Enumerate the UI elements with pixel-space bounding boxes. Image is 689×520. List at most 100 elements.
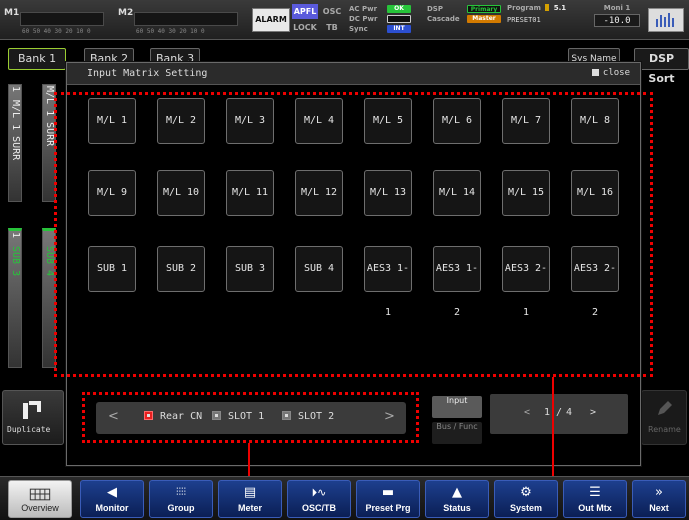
- brand-logo: [648, 8, 684, 32]
- meter-m2-bar: [134, 12, 238, 26]
- duplicate-label: Duplicate: [7, 425, 51, 434]
- channel-button-sub-3[interactable]: SUB 3: [226, 246, 274, 292]
- bus-func-mode-button[interactable]: Bus / Func: [432, 422, 482, 444]
- channel-button-ml-5[interactable]: M/L 5: [364, 98, 412, 144]
- channel-button-aes3-1-1[interactable]: AES3 1-1: [364, 246, 412, 318]
- tb-indicator: TB: [326, 23, 338, 32]
- nav-group[interactable]: ⫶⫶⫶⫶ Group: [149, 480, 213, 518]
- page-total: 4: [566, 407, 573, 418]
- meter-m2-label: M2: [118, 8, 134, 18]
- channel-button-sub-4[interactable]: SUB 4: [295, 246, 343, 292]
- monitor-status-grid: APFL OSC LOCK TB: [292, 4, 346, 36]
- osc-indicator: OSC: [322, 7, 342, 16]
- osc-tb-icon: ⏵∿: [311, 486, 327, 499]
- speaker-icon: ◀: [107, 485, 117, 500]
- page-prev-arrow[interactable]: <: [524, 407, 530, 418]
- meter-m1-bar: [20, 12, 104, 26]
- pencil-icon: [658, 401, 672, 415]
- moni-value: -10.0: [594, 14, 640, 27]
- cascade-label: Cascade: [427, 15, 460, 23]
- meter-m1-scale: 60 50 40 30 20 10 0: [22, 28, 91, 35]
- nav-osc-tb-label: OSC/TB: [301, 503, 336, 513]
- nav-preset-prg-label: Preset Prg: [365, 503, 411, 513]
- close-label: close: [602, 68, 630, 78]
- channel-button-ml-13[interactable]: M/L 13: [364, 170, 412, 216]
- nav-monitor-label: Monitor: [95, 503, 129, 513]
- channel-button-sub-1[interactable]: SUB 1: [88, 246, 136, 292]
- channel-button-aes3-1-2[interactable]: AES3 1-2: [433, 246, 481, 318]
- status-bar: M1 60 50 40 30 20 10 0 M2 60 50 40 30 20…: [0, 0, 689, 40]
- nav-osc-tb[interactable]: ⏵∿ OSC/TB: [287, 480, 351, 518]
- group-icon: ⫶⫶⫶⫶: [176, 487, 186, 498]
- dsp-sort-button[interactable]: DSP Sort: [634, 48, 689, 85]
- meter-m1-label: M1: [4, 8, 20, 18]
- channel-button-ml-2[interactable]: M/L 2: [157, 98, 205, 144]
- channel-button-ml-9[interactable]: M/L 9: [88, 170, 136, 216]
- channel-button-aes3-2-1[interactable]: AES3 2-1: [502, 246, 550, 318]
- nav-preset-prg[interactable]: ▬ Preset Prg: [356, 480, 420, 518]
- channel-button-ml-10[interactable]: M/L 10: [157, 170, 205, 216]
- channel-button-ml-14[interactable]: M/L 14: [433, 170, 481, 216]
- channel-button-ml-7[interactable]: M/L 7: [502, 98, 550, 144]
- alarm-button[interactable]: ALARM: [252, 8, 290, 32]
- slot-2[interactable]: SLOT 2: [282, 411, 334, 422]
- nav-meter[interactable]: ▤ Meter: [218, 480, 282, 518]
- nav-status-label: Status: [443, 503, 471, 513]
- slot-1[interactable]: SLOT 1: [212, 411, 264, 422]
- slot-selector: < Rear CN SLOT 1 SLOT 2 >: [96, 402, 406, 434]
- channel-button-ml-15[interactable]: M/L 15: [502, 170, 550, 216]
- overview-icon: [29, 488, 51, 501]
- nav-group-label: Group: [167, 503, 195, 513]
- nav-next-label: Next: [649, 503, 669, 513]
- page-navigator: < 1 / 4 >: [490, 394, 628, 434]
- nav-overview[interactable]: Overview: [8, 480, 72, 518]
- rename-button[interactable]: Rename: [641, 390, 687, 445]
- nav-system[interactable]: ⚙ System: [494, 480, 558, 518]
- nav-status[interactable]: ▲ Status: [425, 480, 489, 518]
- channel-button-ml-8[interactable]: M/L 8: [571, 98, 619, 144]
- nav-out-mtx[interactable]: ☰ Out Mtx: [563, 480, 627, 518]
- status-warning-icon: ▲: [452, 485, 462, 500]
- program-marker-icon: [545, 4, 550, 11]
- slot-prev-arrow[interactable]: <: [108, 409, 119, 424]
- page-next-arrow[interactable]: >: [590, 407, 596, 418]
- dsp-label: DSP: [427, 5, 443, 13]
- channel-button-ml-11[interactable]: M/L 11: [226, 170, 274, 216]
- rename-label: Rename: [648, 425, 681, 434]
- channel-button-ml-1[interactable]: M/L 1: [88, 98, 136, 144]
- tab-bank-1[interactable]: Bank 1: [8, 48, 66, 70]
- duplicate-button[interactable]: Duplicate: [2, 390, 64, 445]
- meter-m1: M1 60 50 40 30 20 10 0: [4, 6, 104, 35]
- moni-level: Moni 1 -10.0: [594, 4, 640, 27]
- nav-next[interactable]: » Next: [632, 480, 686, 518]
- battery-icon: [387, 15, 411, 23]
- checkbox-checked-icon: [144, 411, 153, 420]
- sync-label: Sync: [349, 25, 368, 33]
- preset-name: PRESET01: [507, 16, 541, 24]
- input-mode-button[interactable]: Input: [432, 396, 482, 418]
- nav-meter-label: Meter: [237, 503, 262, 513]
- channel-button-ml-4[interactable]: M/L 4: [295, 98, 343, 144]
- system-gear-icon: ⚙: [520, 485, 532, 500]
- dialog-title: Input Matrix Setting: [87, 68, 208, 79]
- channel-button-sub-2[interactable]: SUB 2: [157, 246, 205, 292]
- channel-button-aes3-2-2[interactable]: AES3 2-2: [571, 246, 619, 318]
- nav-monitor[interactable]: ◀ Monitor: [80, 480, 144, 518]
- slot-next-arrow[interactable]: >: [384, 409, 395, 424]
- power-status: AC Pwr OK DC Pwr Sync INT: [349, 4, 421, 36]
- slot-rear-cn[interactable]: Rear CN: [144, 411, 202, 422]
- strip-name: SUB 3: [10, 246, 21, 277]
- ac-pwr-status: OK: [387, 5, 411, 13]
- channel-button-ml-3[interactable]: M/L 3: [226, 98, 274, 144]
- channel-button-ml-12[interactable]: M/L 12: [295, 170, 343, 216]
- dsp-status: DSP Primary Cascade Master: [427, 4, 503, 26]
- slot-2-label: SLOT 2: [298, 411, 335, 422]
- channel-button-ml-6[interactable]: M/L 6: [433, 98, 481, 144]
- lock-indicator: LOCK: [293, 23, 317, 32]
- page-current: 1: [544, 407, 551, 418]
- program-status: Program 5.1 PRESET01: [507, 4, 585, 24]
- program-label: Program: [507, 4, 541, 12]
- close-button[interactable]: close: [591, 68, 630, 78]
- channel-button-ml-16[interactable]: M/L 16: [571, 170, 619, 216]
- preset-icon: ▬: [381, 485, 395, 500]
